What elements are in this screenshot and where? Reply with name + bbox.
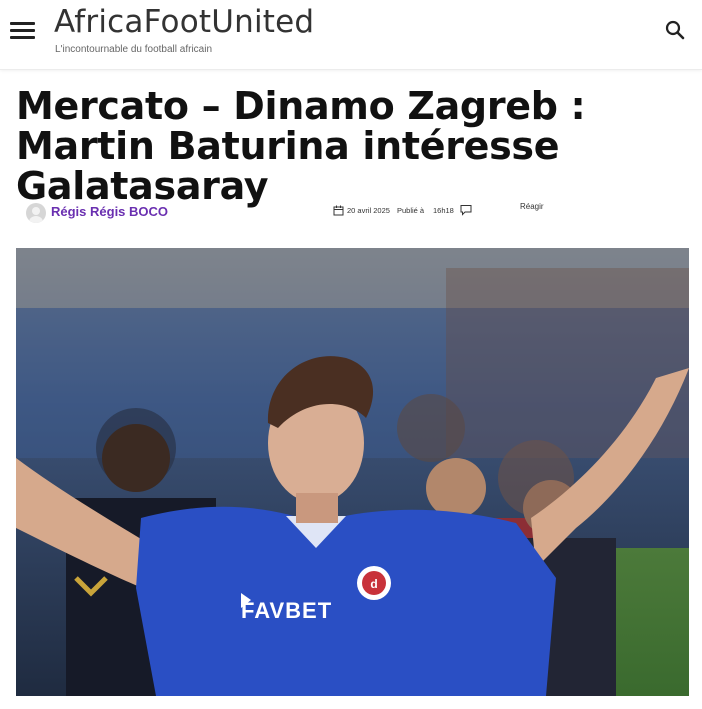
sponsor-logo-text: FAVBET [241, 598, 332, 623]
publish-date: 20 avril 2025 [347, 206, 390, 215]
comment-icon[interactable] [460, 203, 472, 216]
react-link[interactable]: Réagir [520, 202, 544, 211]
site-tagline: L'incontournable du football africain [55, 44, 213, 55]
hamburger-menu-icon[interactable] [10, 20, 36, 42]
site-title[interactable]: AfricaFootUnited [54, 4, 314, 40]
calendar-icon [333, 203, 344, 216]
search-icon[interactable] [664, 19, 686, 41]
svg-text:d: d [370, 577, 377, 591]
site-header: AfricaFootUnited L'incontournable du foo… [0, 0, 702, 70]
article-meta: Régis Régis BOCO 20 avril 2025 Publié à … [0, 198, 702, 226]
published-label: Publié à [397, 206, 425, 215]
author-avatar[interactable] [26, 203, 46, 223]
author-link[interactable]: Régis Régis BOCO [51, 204, 168, 219]
publish-time: 16h18 [433, 206, 454, 215]
article-title: Mercato – Dinamo Zagreb : Martin Baturin… [16, 84, 586, 208]
article-hero-image: d FAVBET [16, 248, 689, 696]
